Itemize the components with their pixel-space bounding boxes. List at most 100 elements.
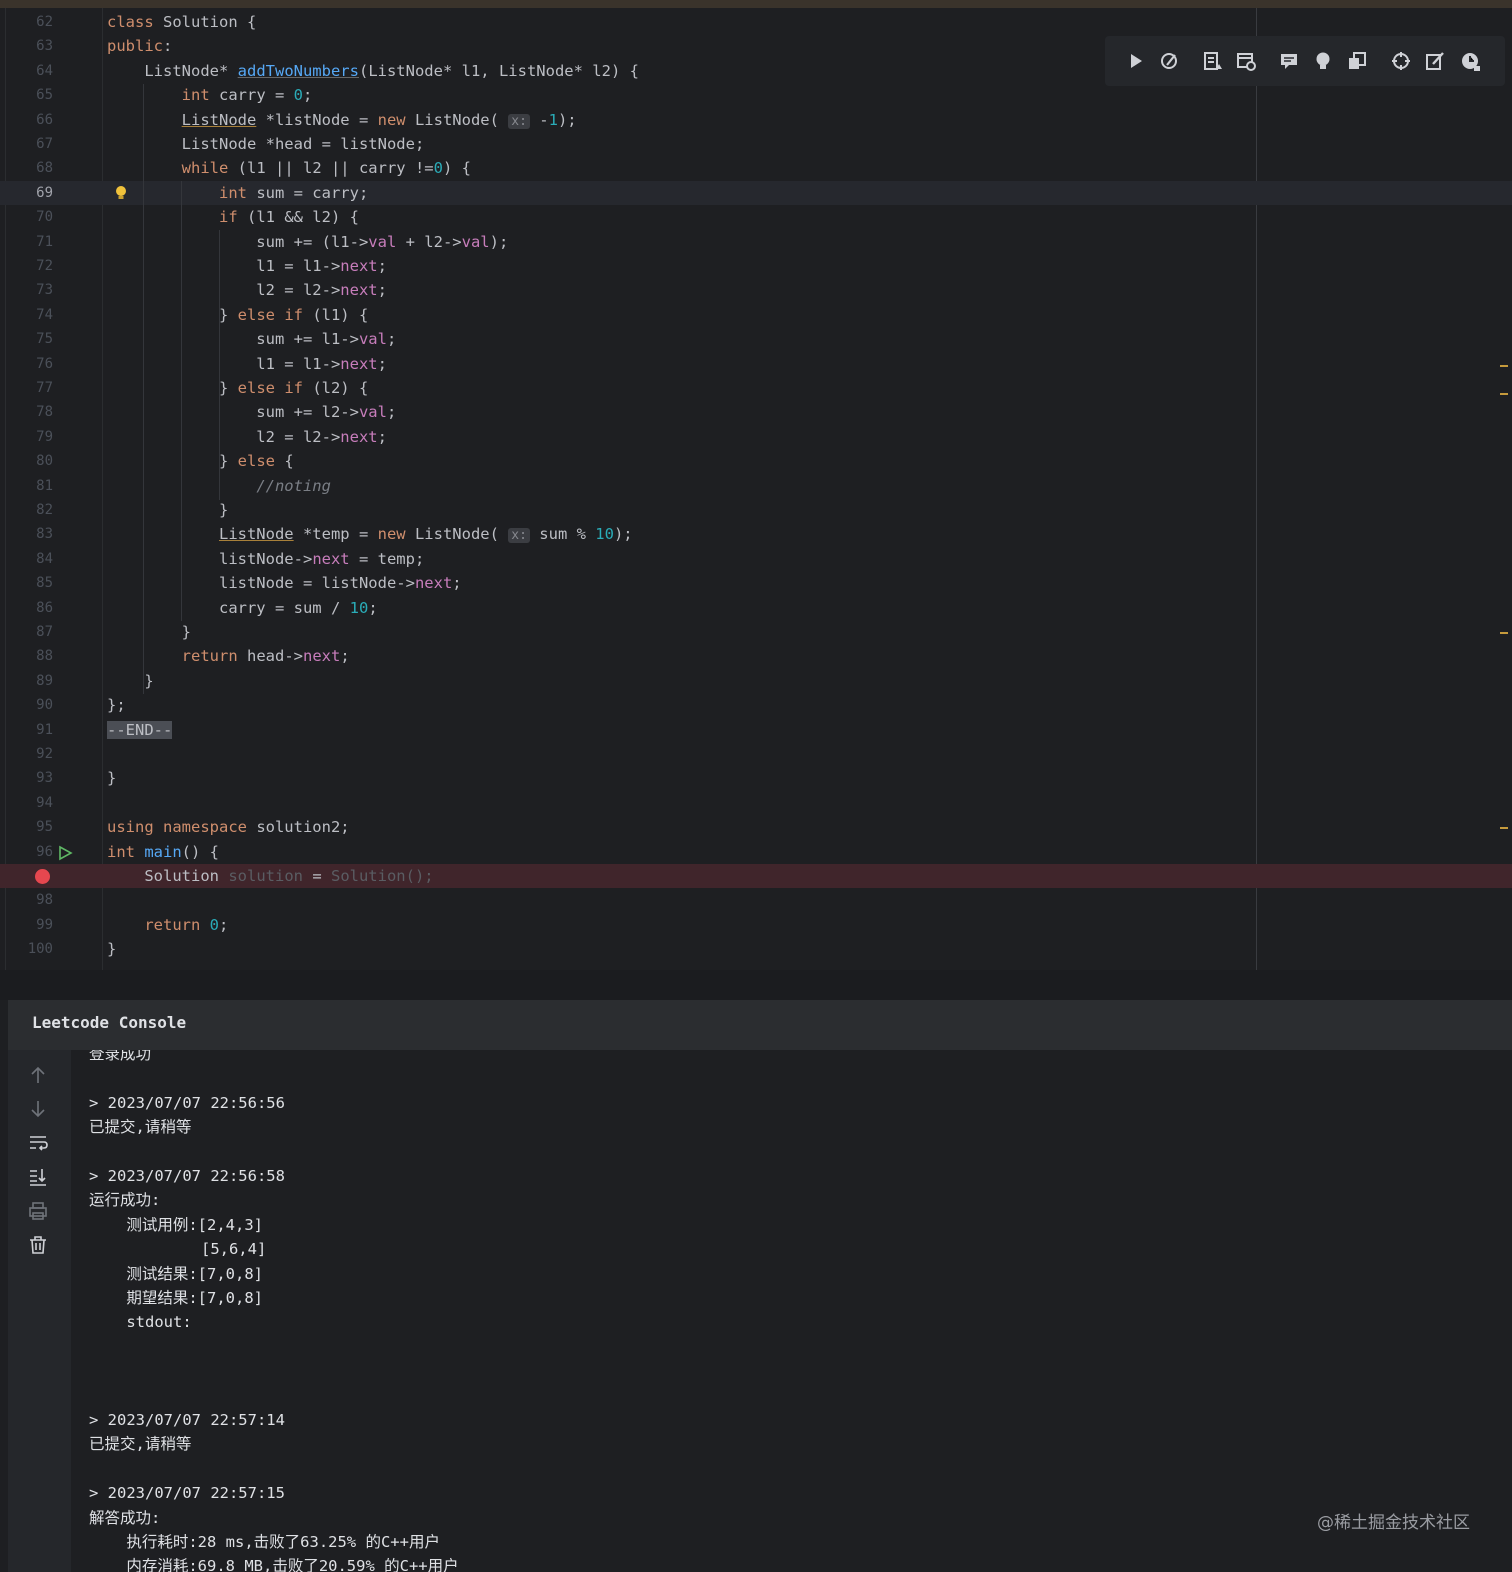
code-line[interactable]: 93} [0,766,1512,790]
code-line[interactable]: 62 class Solution { [0,10,1512,34]
line-number[interactable]: 84 [0,547,53,571]
line-number[interactable]: 66 [0,108,53,132]
code-text[interactable]: using namespace solution2; [107,815,350,839]
code-text[interactable]: } else { [107,449,294,473]
code-line[interactable]: 95 using namespace solution2; [0,815,1512,839]
code-text[interactable]: return 0; [107,913,228,937]
code-text[interactable]: }; [107,693,126,717]
code-line[interactable]: 67 ListNode *head = listNode; [0,132,1512,156]
trash-icon[interactable] [27,1234,49,1256]
code-line[interactable]: 78 sum += l2->val; [0,400,1512,424]
code-line[interactable]: 77 } else if (l2) { [0,376,1512,400]
line-number[interactable]: 74 [0,303,53,327]
code-text[interactable]: } [107,620,191,644]
code-line[interactable]: 85 listNode = listNode->next; [0,571,1512,595]
code-line[interactable]: 90}; [0,693,1512,717]
code-line[interactable]: 79 l2 = l2->next; [0,425,1512,449]
code-line[interactable]: 91 --END-- [0,718,1512,742]
code-text[interactable]: } else if (l1) { [107,303,368,327]
submissions-icon[interactable] [1235,50,1257,72]
line-number[interactable]: 80 [0,449,53,473]
code-editor[interactable]: 62 class Solution { 63 public: 64 ListNode* … [0,8,1512,970]
code-text[interactable]: ListNode *head = listNode; [107,132,425,156]
line-number[interactable]: 100 [0,937,53,961]
line-number[interactable]: 81 [0,474,53,498]
scroll-marker[interactable] [1500,632,1508,634]
timer-icon[interactable] [1459,50,1481,72]
line-number[interactable]: 68 [0,156,53,180]
breakpoint-icon[interactable] [35,869,50,884]
code-text[interactable]: } else if (l2) { [107,376,368,400]
code-text[interactable]: listNode = listNode->next; [107,571,462,595]
line-number[interactable]: 94 [0,791,53,815]
code-text[interactable]: public: [107,34,172,58]
line-number[interactable]: 83 [0,522,53,546]
code-line[interactable]: 83 ListNode *temp = new ListNode( x: sum… [0,522,1512,546]
code-line[interactable]: 100} [0,937,1512,961]
code-text[interactable]: ListNode *listNode = new ListNode( x: -1… [107,108,577,134]
code-text[interactable]: int carry = 0; [107,83,313,107]
line-number[interactable]: 87 [0,620,53,644]
line-number[interactable]: 65 [0,83,53,107]
line-number[interactable]: 71 [0,230,53,254]
code-line[interactable]: 89 } [0,669,1512,693]
code-text[interactable]: while (l1 || l2 || carry !=0) { [107,156,471,180]
scroll-marker[interactable] [1500,393,1508,395]
line-number[interactable]: 91 [0,718,53,742]
soft-wrap-icon[interactable] [27,1132,49,1154]
code-text[interactable]: ListNode *temp = new ListNode( x: sum % … [107,522,633,548]
line-number[interactable]: 96 [0,840,53,864]
scroll-marker[interactable] [1500,365,1508,367]
code-line[interactable]: 72 l1 = l1->next; [0,254,1512,278]
code-line[interactable]: 87 } [0,620,1512,644]
code-line[interactable]: 82 } [0,498,1512,522]
code-line[interactable]: 76 l1 = l1->next; [0,352,1512,376]
code-text[interactable]: Solution solution = Solution(); [107,864,433,888]
line-number[interactable]: 89 [0,669,53,693]
line-number[interactable]: 82 [0,498,53,522]
code-line[interactable]: Solution solution = Solution(); [0,864,1512,888]
run-icon[interactable] [1125,50,1147,72]
code-line[interactable]: 80 } else { [0,449,1512,473]
line-number[interactable]: 63 [0,34,53,58]
line-number[interactable]: 73 [0,278,53,302]
line-number[interactable]: 72 [0,254,53,278]
code-text[interactable]: } [107,937,116,961]
locate-icon[interactable] [1390,50,1412,72]
print-icon[interactable] [27,1200,49,1222]
code-line[interactable]: 94 [0,791,1512,815]
code-text[interactable]: l1 = l1->next; [107,254,387,278]
line-number[interactable]: 76 [0,352,53,376]
code-text[interactable]: ListNode* addTwoNumbers(ListNode* l1, Li… [107,59,639,83]
code-line[interactable]: 70 if (l1 && l2) { [0,205,1512,229]
line-number[interactable]: 75 [0,327,53,351]
line-number[interactable]: 92 [0,742,53,766]
code-text[interactable]: sum += l1->val; [107,327,396,351]
console-output[interactable]: 登录成功 > 2023/07/07 22:56:56 已提交,请稍等 > 2023/0… [71,1050,1512,1572]
line-number[interactable]: 69 [0,181,53,205]
code-text[interactable]: l2 = l2->next; [107,425,387,449]
code-line[interactable]: 86 carry = sum / 10; [0,596,1512,620]
code-line[interactable]: 98 [0,888,1512,912]
code-line[interactable]: 84 listNode->next = temp; [0,547,1512,571]
scroll-down-icon[interactable] [27,1098,49,1120]
run-gutter-icon[interactable] [57,845,73,861]
line-number[interactable]: 85 [0,571,53,595]
line-number[interactable]: 79 [0,425,53,449]
code-text[interactable]: l1 = l1->next; [107,352,387,376]
code-line[interactable]: 65 int carry = 0; [0,83,1512,107]
hint-icon[interactable] [1312,50,1334,72]
line-number[interactable]: 86 [0,596,53,620]
code-line[interactable]: 68 while (l1 || l2 || carry !=0) { [0,156,1512,180]
line-number[interactable]: 64 [0,59,53,83]
line-number[interactable]: 99 [0,913,53,937]
code-text[interactable]: sum += l2->val; [107,400,396,424]
code-line[interactable]: 74 } else if (l1) { [0,303,1512,327]
line-number[interactable]: 62 [0,10,53,34]
line-number[interactable]: 90 [0,693,53,717]
line-number[interactable]: 67 [0,132,53,156]
code-line[interactable]: 73 l2 = l2->next; [0,278,1512,302]
code-line[interactable]: 75 sum += l1->val; [0,327,1512,351]
code-text[interactable]: class Solution { [107,10,256,34]
code-line[interactable]: 96 int main() { [0,840,1512,864]
